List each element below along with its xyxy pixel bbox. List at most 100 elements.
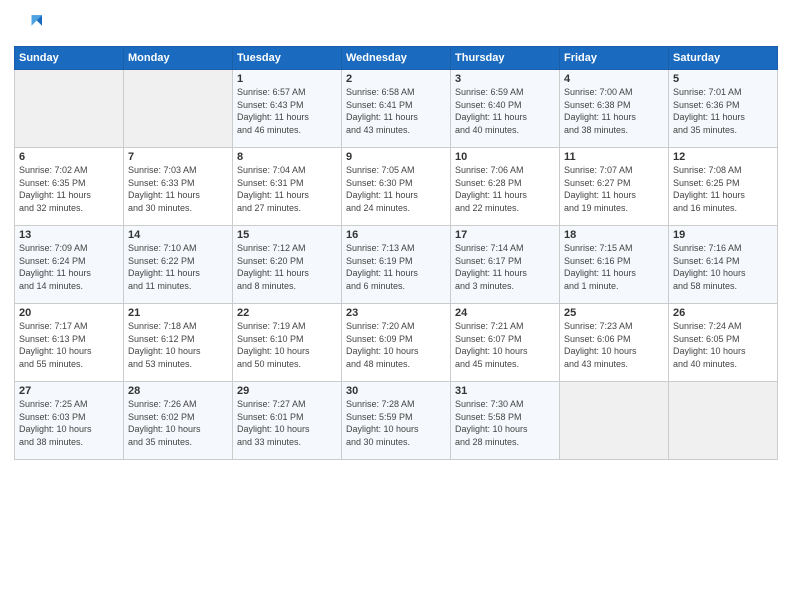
day-number: 12 [673, 151, 773, 163]
logo [14, 10, 46, 38]
day-detail: Sunrise: 7:18 AM Sunset: 6:12 PM Dayligh… [128, 320, 228, 370]
calendar-cell [560, 382, 669, 460]
day-detail: Sunrise: 7:09 AM Sunset: 6:24 PM Dayligh… [19, 242, 119, 292]
day-number: 7 [128, 151, 228, 163]
calendar-cell: 30Sunrise: 7:28 AM Sunset: 5:59 PM Dayli… [342, 382, 451, 460]
day-detail: Sunrise: 6:58 AM Sunset: 6:41 PM Dayligh… [346, 86, 446, 136]
day-detail: Sunrise: 7:08 AM Sunset: 6:25 PM Dayligh… [673, 164, 773, 214]
day-detail: Sunrise: 7:01 AM Sunset: 6:36 PM Dayligh… [673, 86, 773, 136]
day-number: 25 [564, 307, 664, 319]
calendar-cell: 16Sunrise: 7:13 AM Sunset: 6:19 PM Dayli… [342, 226, 451, 304]
day-detail: Sunrise: 7:14 AM Sunset: 6:17 PM Dayligh… [455, 242, 555, 292]
calendar-cell: 8Sunrise: 7:04 AM Sunset: 6:31 PM Daylig… [233, 148, 342, 226]
calendar-cell: 4Sunrise: 7:00 AM Sunset: 6:38 PM Daylig… [560, 70, 669, 148]
day-detail: Sunrise: 7:16 AM Sunset: 6:14 PM Dayligh… [673, 242, 773, 292]
calendar-cell: 10Sunrise: 7:06 AM Sunset: 6:28 PM Dayli… [451, 148, 560, 226]
day-detail: Sunrise: 6:57 AM Sunset: 6:43 PM Dayligh… [237, 86, 337, 136]
calendar-cell: 17Sunrise: 7:14 AM Sunset: 6:17 PM Dayli… [451, 226, 560, 304]
calendar-cell: 19Sunrise: 7:16 AM Sunset: 6:14 PM Dayli… [669, 226, 778, 304]
calendar-week-5: 27Sunrise: 7:25 AM Sunset: 6:03 PM Dayli… [15, 382, 778, 460]
calendar-week-4: 20Sunrise: 7:17 AM Sunset: 6:13 PM Dayli… [15, 304, 778, 382]
day-detail: Sunrise: 7:03 AM Sunset: 6:33 PM Dayligh… [128, 164, 228, 214]
day-number: 3 [455, 73, 555, 85]
calendar-cell: 18Sunrise: 7:15 AM Sunset: 6:16 PM Dayli… [560, 226, 669, 304]
day-number: 21 [128, 307, 228, 319]
day-number: 17 [455, 229, 555, 241]
calendar-cell: 21Sunrise: 7:18 AM Sunset: 6:12 PM Dayli… [124, 304, 233, 382]
calendar-cell: 6Sunrise: 7:02 AM Sunset: 6:35 PM Daylig… [15, 148, 124, 226]
day-number: 23 [346, 307, 446, 319]
day-detail: Sunrise: 7:10 AM Sunset: 6:22 PM Dayligh… [128, 242, 228, 292]
day-number: 27 [19, 385, 119, 397]
day-number: 15 [237, 229, 337, 241]
day-number: 4 [564, 73, 664, 85]
day-detail: Sunrise: 7:17 AM Sunset: 6:13 PM Dayligh… [19, 320, 119, 370]
day-number: 22 [237, 307, 337, 319]
day-number: 18 [564, 229, 664, 241]
calendar-cell: 27Sunrise: 7:25 AM Sunset: 6:03 PM Dayli… [15, 382, 124, 460]
page-header [14, 10, 778, 38]
day-number: 8 [237, 151, 337, 163]
day-detail: Sunrise: 7:15 AM Sunset: 6:16 PM Dayligh… [564, 242, 664, 292]
calendar-body: 1Sunrise: 6:57 AM Sunset: 6:43 PM Daylig… [15, 70, 778, 460]
day-detail: Sunrise: 7:02 AM Sunset: 6:35 PM Dayligh… [19, 164, 119, 214]
day-detail: Sunrise: 7:05 AM Sunset: 6:30 PM Dayligh… [346, 164, 446, 214]
day-detail: Sunrise: 7:23 AM Sunset: 6:06 PM Dayligh… [564, 320, 664, 370]
day-header-sunday: Sunday [15, 47, 124, 70]
day-number: 26 [673, 307, 773, 319]
calendar-table: SundayMondayTuesdayWednesdayThursdayFrid… [14, 46, 778, 460]
day-header-saturday: Saturday [669, 47, 778, 70]
calendar-cell: 9Sunrise: 7:05 AM Sunset: 6:30 PM Daylig… [342, 148, 451, 226]
calendar-cell: 26Sunrise: 7:24 AM Sunset: 6:05 PM Dayli… [669, 304, 778, 382]
logo-icon [14, 10, 42, 38]
day-detail: Sunrise: 7:24 AM Sunset: 6:05 PM Dayligh… [673, 320, 773, 370]
calendar-cell: 3Sunrise: 6:59 AM Sunset: 6:40 PM Daylig… [451, 70, 560, 148]
day-number: 31 [455, 385, 555, 397]
calendar-cell [669, 382, 778, 460]
calendar-cell [15, 70, 124, 148]
day-number: 10 [455, 151, 555, 163]
day-number: 14 [128, 229, 228, 241]
calendar-cell: 31Sunrise: 7:30 AM Sunset: 5:58 PM Dayli… [451, 382, 560, 460]
day-detail: Sunrise: 7:13 AM Sunset: 6:19 PM Dayligh… [346, 242, 446, 292]
day-detail: Sunrise: 7:07 AM Sunset: 6:27 PM Dayligh… [564, 164, 664, 214]
day-detail: Sunrise: 7:25 AM Sunset: 6:03 PM Dayligh… [19, 398, 119, 448]
day-header-thursday: Thursday [451, 47, 560, 70]
calendar-cell: 24Sunrise: 7:21 AM Sunset: 6:07 PM Dayli… [451, 304, 560, 382]
day-number: 29 [237, 385, 337, 397]
day-detail: Sunrise: 7:26 AM Sunset: 6:02 PM Dayligh… [128, 398, 228, 448]
calendar-cell: 7Sunrise: 7:03 AM Sunset: 6:33 PM Daylig… [124, 148, 233, 226]
day-detail: Sunrise: 6:59 AM Sunset: 6:40 PM Dayligh… [455, 86, 555, 136]
calendar-cell: 25Sunrise: 7:23 AM Sunset: 6:06 PM Dayli… [560, 304, 669, 382]
calendar-cell: 28Sunrise: 7:26 AM Sunset: 6:02 PM Dayli… [124, 382, 233, 460]
day-detail: Sunrise: 7:00 AM Sunset: 6:38 PM Dayligh… [564, 86, 664, 136]
calendar-cell: 1Sunrise: 6:57 AM Sunset: 6:43 PM Daylig… [233, 70, 342, 148]
calendar-week-2: 6Sunrise: 7:02 AM Sunset: 6:35 PM Daylig… [15, 148, 778, 226]
day-number: 28 [128, 385, 228, 397]
day-detail: Sunrise: 7:28 AM Sunset: 5:59 PM Dayligh… [346, 398, 446, 448]
calendar-cell: 23Sunrise: 7:20 AM Sunset: 6:09 PM Dayli… [342, 304, 451, 382]
day-number: 1 [237, 73, 337, 85]
day-number: 2 [346, 73, 446, 85]
day-number: 20 [19, 307, 119, 319]
day-header-wednesday: Wednesday [342, 47, 451, 70]
calendar-cell: 13Sunrise: 7:09 AM Sunset: 6:24 PM Dayli… [15, 226, 124, 304]
day-number: 30 [346, 385, 446, 397]
day-header-friday: Friday [560, 47, 669, 70]
day-detail: Sunrise: 7:04 AM Sunset: 6:31 PM Dayligh… [237, 164, 337, 214]
calendar-cell: 5Sunrise: 7:01 AM Sunset: 6:36 PM Daylig… [669, 70, 778, 148]
day-detail: Sunrise: 7:20 AM Sunset: 6:09 PM Dayligh… [346, 320, 446, 370]
calendar-cell [124, 70, 233, 148]
day-detail: Sunrise: 7:19 AM Sunset: 6:10 PM Dayligh… [237, 320, 337, 370]
day-header-monday: Monday [124, 47, 233, 70]
calendar-header-row: SundayMondayTuesdayWednesdayThursdayFrid… [15, 47, 778, 70]
day-number: 6 [19, 151, 119, 163]
day-number: 24 [455, 307, 555, 319]
day-detail: Sunrise: 7:27 AM Sunset: 6:01 PM Dayligh… [237, 398, 337, 448]
calendar-cell: 20Sunrise: 7:17 AM Sunset: 6:13 PM Dayli… [15, 304, 124, 382]
calendar-cell: 14Sunrise: 7:10 AM Sunset: 6:22 PM Dayli… [124, 226, 233, 304]
day-detail: Sunrise: 7:30 AM Sunset: 5:58 PM Dayligh… [455, 398, 555, 448]
day-number: 11 [564, 151, 664, 163]
calendar-cell: 29Sunrise: 7:27 AM Sunset: 6:01 PM Dayli… [233, 382, 342, 460]
day-number: 5 [673, 73, 773, 85]
